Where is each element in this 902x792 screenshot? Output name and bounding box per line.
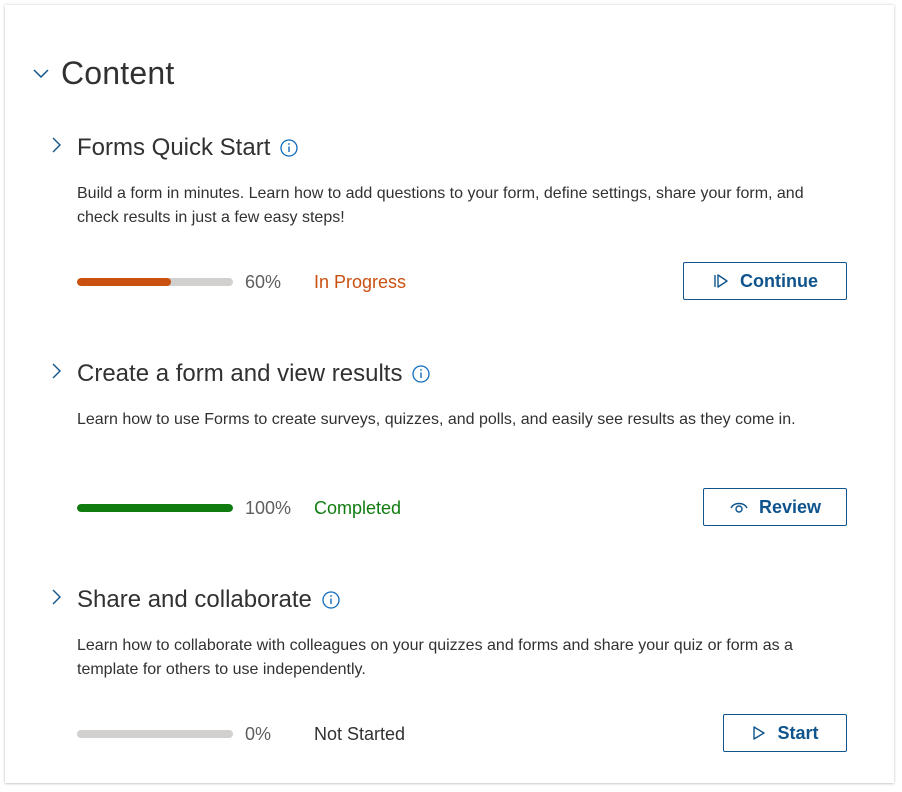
chevron-right-icon[interactable]: [45, 360, 67, 382]
module-title: Create a form and view results: [77, 360, 403, 387]
play-icon: [751, 724, 767, 742]
progress-row: 100% Completed: [77, 488, 401, 528]
module-description: Learn how to use Forms to create surveys…: [77, 411, 796, 428]
module-header[interactable]: Share and collaborate: [45, 582, 341, 618]
status-text: In Progress: [314, 271, 407, 292]
chevron-right-icon[interactable]: [45, 586, 67, 608]
progress-percent: 60%: [245, 271, 282, 292]
start-button[interactable]: Start: [723, 714, 847, 752]
progress-percent: 100%: [245, 497, 292, 518]
status-text: Not Started: [314, 723, 406, 744]
progress-row: 0% Not Started: [77, 714, 405, 754]
module-header[interactable]: Create a form and view results: [45, 356, 431, 392]
module-description: Learn how to collaborate with colleagues…: [77, 637, 793, 678]
progress-bar: [77, 278, 233, 286]
module-title: Share and collaborate: [77, 586, 312, 613]
module-title: Forms Quick Start: [77, 134, 271, 161]
progress-row: 60% In Progress: [77, 262, 406, 302]
review-button-label: Review: [758, 496, 822, 517]
start-button-label: Start: [777, 722, 819, 743]
progress-fill: [77, 278, 171, 286]
continue-button[interactable]: Continue: [683, 262, 847, 300]
content-card: Content Forms Quick Start Build a form i…: [5, 5, 894, 783]
continue-icon: [712, 272, 730, 290]
eye-icon: [729, 499, 749, 515]
module-description: Build a form in minutes. Learn how to ad…: [77, 185, 804, 226]
progress-bar: [77, 504, 233, 512]
status-text: Completed: [314, 497, 402, 518]
review-button[interactable]: Review: [703, 488, 847, 526]
chevron-right-icon[interactable]: [45, 134, 67, 156]
progress-percent: 0%: [245, 723, 272, 744]
info-icon[interactable]: [279, 138, 299, 158]
info-icon[interactable]: [411, 364, 431, 384]
info-icon[interactable]: [321, 590, 341, 610]
content-section-header[interactable]: Content: [29, 49, 174, 97]
section-title: Content: [61, 54, 175, 91]
continue-button-label: Continue: [740, 270, 818, 291]
progress-bar: [77, 730, 233, 738]
module-header[interactable]: Forms Quick Start: [45, 130, 299, 166]
chevron-down-icon[interactable]: [29, 61, 53, 85]
progress-fill: [77, 504, 233, 512]
